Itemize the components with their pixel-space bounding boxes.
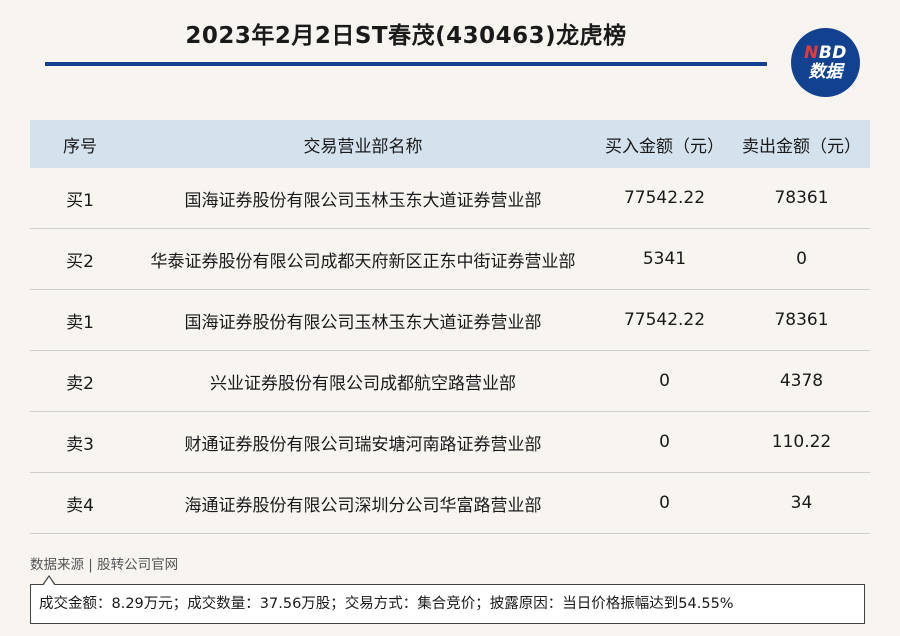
callout-pointer-fill: [43, 577, 55, 586]
cell-seq: 买1: [30, 168, 130, 229]
table-row: 卖3 财通证券股份有限公司瑞安塘河南路证券营业部 0 110.22: [30, 411, 870, 473]
cell-broker: 国海证券股份有限公司玉林玉东大道证券营业部: [130, 168, 596, 229]
cell-broker: 海通证券股份有限公司深圳分公司华富路营业部: [130, 472, 596, 534]
column-header-broker: 交易营业部名称: [130, 120, 596, 168]
cell-sell: 34: [733, 472, 870, 534]
cell-seq: 卖2: [30, 350, 130, 412]
cell-seq: 卖3: [30, 411, 130, 473]
table-row: 买1 国海证券股份有限公司玉林玉东大道证券营业部 77542.22 78361: [30, 168, 870, 229]
cell-seq: 买2: [30, 228, 130, 290]
table-header-row: 序号 交易营业部名称 买入金额（元） 卖出金额（元）: [30, 120, 870, 168]
cell-broker: 国海证券股份有限公司玉林玉东大道证券营业部: [130, 289, 596, 351]
cell-seq: 卖1: [30, 289, 130, 351]
cell-sell: 78361: [733, 289, 870, 351]
dragon-tiger-table: 序号 交易营业部名称 买入金额（元） 卖出金额（元） 买1 国海证券股份有限公司…: [30, 120, 870, 534]
cell-buy: 77542.22: [596, 289, 733, 351]
cell-buy: 0: [596, 350, 733, 412]
cell-sell: 78361: [733, 168, 870, 229]
trade-summary-note: 成交金额：8.29万元；成交数量：37.56万股；交易方式：集合竞价；披露原因：…: [30, 584, 865, 624]
logo-text-bottom: 数据: [808, 61, 843, 82]
column-header-buy: 买入金额（元）: [596, 120, 733, 168]
cell-buy: 77542.22: [596, 168, 733, 229]
cell-buy: 0: [596, 472, 733, 534]
table-row: 卖4 海通证券股份有限公司深圳分公司华富路营业部 0 34: [30, 472, 870, 534]
title-divider: [45, 62, 767, 66]
cell-broker: 财通证券股份有限公司瑞安塘河南路证券营业部: [130, 411, 596, 473]
table-row: 卖1 国海证券股份有限公司玉林玉东大道证券营业部 77542.22 78361: [30, 289, 870, 351]
column-header-seq: 序号: [30, 120, 130, 168]
cell-sell: 0: [733, 228, 870, 290]
page-title: 2023年2月2日ST春茂(430463)龙虎榜: [185, 23, 627, 49]
table-row: 买2 华泰证券股份有限公司成都天府新区正东中街证券营业部 5341 0: [30, 228, 870, 290]
cell-buy: 5341: [596, 228, 733, 290]
table-row: 卖2 兴业证券股份有限公司成都航空路营业部 0 4378: [30, 350, 870, 412]
cell-sell: 4378: [733, 350, 870, 412]
column-header-sell: 卖出金额（元）: [733, 120, 870, 168]
cell-buy: 0: [596, 411, 733, 473]
cell-broker: 兴业证券股份有限公司成都航空路营业部: [130, 350, 596, 412]
data-source: 数据来源 | 股转公司官网: [30, 557, 179, 573]
logo-text-top: NBD: [804, 42, 847, 63]
cell-seq: 卖4: [30, 472, 130, 534]
cell-broker: 华泰证券股份有限公司成都天府新区正东中街证券营业部: [130, 228, 596, 290]
cell-sell: 110.22: [733, 411, 870, 473]
nbd-logo: NBD 数据: [791, 28, 860, 97]
